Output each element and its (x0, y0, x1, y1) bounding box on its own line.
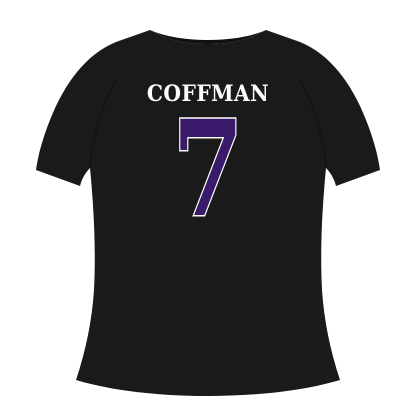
player-number: 7 (171, 92, 245, 247)
product-image: COFFMAN 7 (0, 0, 416, 416)
